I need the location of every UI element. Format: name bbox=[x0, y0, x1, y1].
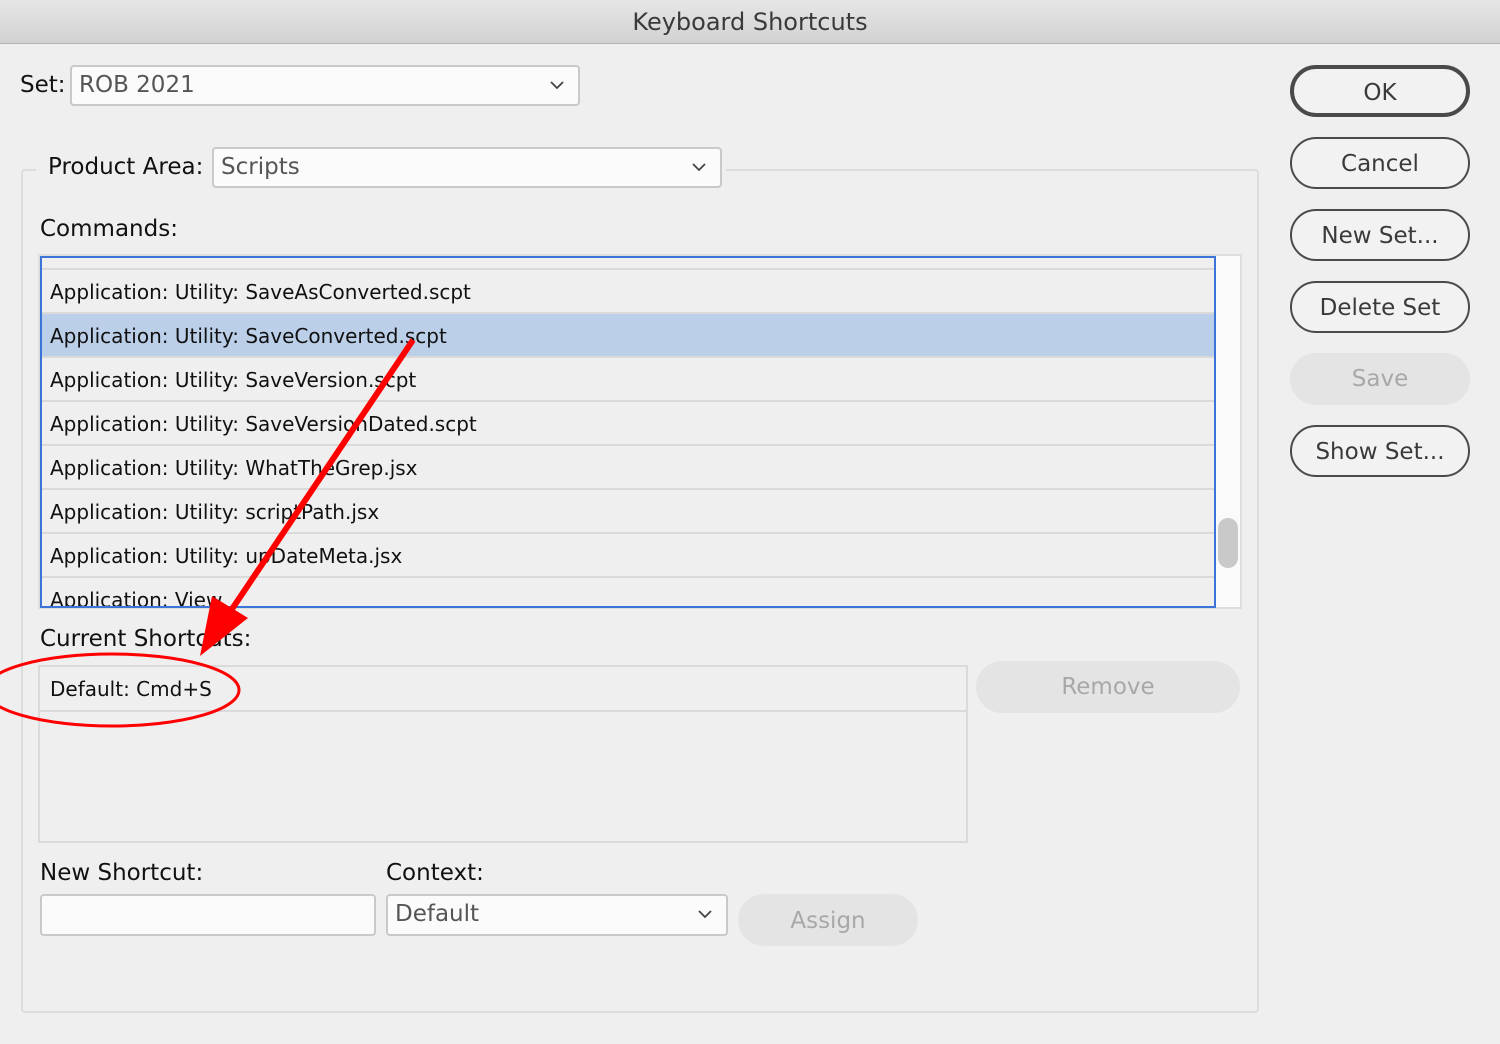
product-area-dropdown[interactable]: Scripts bbox=[212, 147, 722, 188]
window-title: Keyboard Shortcuts bbox=[632, 8, 868, 36]
product-area-label: Product Area: bbox=[48, 154, 204, 180]
assign-button[interactable]: Assign bbox=[738, 894, 918, 946]
context-dropdown-value: Default bbox=[395, 901, 480, 927]
chevron-down-icon bbox=[698, 896, 712, 919]
set-dropdown[interactable]: ROB 2021 bbox=[70, 65, 580, 106]
remove-button[interactable]: Remove bbox=[976, 661, 1240, 713]
context-label: Context: bbox=[386, 860, 484, 886]
new-set-button[interactable]: New Set... bbox=[1290, 209, 1470, 261]
command-row[interactable]: Application: Utility: scriptPath.jsx bbox=[42, 490, 1214, 534]
chevron-down-icon bbox=[692, 149, 706, 172]
command-row[interactable]: Application: Utility: SaveVersion.scpt bbox=[42, 358, 1214, 402]
set-label: Set: bbox=[20, 72, 66, 98]
current-shortcuts-label: Current Shortcuts: bbox=[40, 626, 252, 652]
command-row[interactable]: Application: Utility: upDateMeta.jsx bbox=[42, 534, 1214, 578]
command-row[interactable]: Application: View bbox=[42, 578, 1214, 606]
current-shortcuts-list[interactable]: Default: Cmd+S bbox=[38, 665, 968, 843]
commands-list[interactable]: Application: Utility: SaveAsConverted.sc… bbox=[40, 256, 1216, 608]
context-dropdown[interactable]: Default bbox=[386, 894, 728, 936]
command-row[interactable]: Application: Utility: SaveAsConverted.sc… bbox=[42, 270, 1214, 314]
command-row[interactable]: Application: Utility: SaveVersionDated.s… bbox=[42, 402, 1214, 446]
new-shortcut-input[interactable] bbox=[40, 894, 376, 936]
product-area-dropdown-value: Scripts bbox=[221, 154, 300, 180]
shortcut-row[interactable]: Default: Cmd+S bbox=[40, 667, 966, 712]
ok-button[interactable]: OK bbox=[1290, 65, 1470, 117]
commands-scrollbar-thumb[interactable] bbox=[1218, 518, 1238, 568]
new-shortcut-label: New Shortcut: bbox=[40, 860, 204, 886]
chevron-down-icon bbox=[550, 67, 564, 90]
command-row-partial bbox=[42, 258, 1214, 270]
commands-label: Commands: bbox=[40, 216, 178, 242]
window-title-bar: Keyboard Shortcuts bbox=[0, 0, 1500, 44]
delete-set-button[interactable]: Delete Set bbox=[1290, 281, 1470, 333]
save-button[interactable]: Save bbox=[1290, 353, 1470, 405]
command-row[interactable]: Application: Utility: WhatTheGrep.jsx bbox=[42, 446, 1214, 490]
set-dropdown-value: ROB 2021 bbox=[79, 72, 195, 98]
cancel-button[interactable]: Cancel bbox=[1290, 137, 1470, 189]
command-row-selected[interactable]: Application: Utility: SaveConverted.scpt bbox=[42, 314, 1214, 358]
show-set-button[interactable]: Show Set... bbox=[1290, 425, 1470, 477]
